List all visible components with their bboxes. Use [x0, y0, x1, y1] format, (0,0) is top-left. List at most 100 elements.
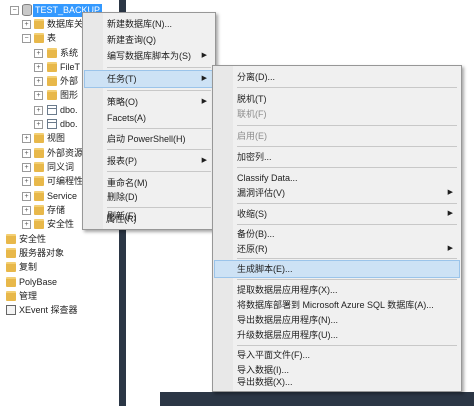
menu-item-new-database[interactable]: 新建数据库(N)...	[85, 16, 213, 32]
menu-item-label: 报表(P)	[107, 156, 137, 166]
menu-separator	[107, 128, 211, 129]
folder-icon	[34, 205, 44, 215]
tree-node-label: 安全性	[47, 219, 75, 229]
tree-node-label: 安全性	[19, 234, 47, 244]
folder-icon	[6, 291, 16, 301]
menu-item-restore[interactable]: 还原(R) ▶	[215, 241, 459, 257]
tree-node-label: FileT	[60, 62, 80, 72]
menu-item-enable: 启用(E)	[237, 131, 267, 141]
expand-icon[interactable]: +	[22, 206, 31, 215]
tree-node-label: PolyBase	[19, 277, 58, 287]
menu-item-properties[interactable]: 属性(R)	[84, 212, 212, 226]
expand-icon[interactable]: +	[34, 77, 43, 86]
expand-icon[interactable]: +	[34, 63, 43, 72]
menu-separator	[237, 345, 457, 346]
tree-node-label: 数据库关	[47, 19, 84, 29]
folder-icon	[34, 176, 44, 186]
tree-node-label: 服务器对象	[19, 248, 65, 258]
menu-separator	[237, 167, 457, 168]
folder-icon	[47, 62, 57, 72]
tree-node-label: 外部	[60, 76, 79, 86]
folder-icon	[34, 162, 44, 172]
database-context-menu: 新建数据库(N)... 新建查询(Q) 编写数据库脚本为(S) ▶ 任务(T) ▶ …	[82, 12, 216, 230]
menu-item-import-flat-file[interactable]: 导入平面文件(F)...	[215, 347, 459, 363]
tree-node-label: 存储	[47, 205, 66, 215]
tree-node-label: 管理	[19, 291, 38, 301]
tree-node-label: Service	[47, 191, 78, 201]
expand-icon[interactable]: +	[22, 134, 31, 143]
menu-item-label: 策略(O)	[107, 97, 138, 107]
expand-icon[interactable]: +	[22, 220, 31, 229]
expand-icon[interactable]: +	[34, 106, 43, 115]
menu-item-deploy-to-azure-sql[interactable]: 将数据库部署到 Microsoft Azure SQL 数据库(A)...	[215, 297, 459, 313]
expand-icon[interactable]: +	[34, 120, 43, 129]
folder-icon	[34, 133, 44, 143]
folder-icon	[34, 33, 44, 43]
tree-node-label: 可编程性	[47, 176, 84, 186]
menu-item-generate-scripts[interactable]: 生成脚本(E)...	[214, 260, 460, 278]
menu-item-bring-online: 联机(F)	[237, 109, 267, 119]
tree-node-label: dbo.	[60, 105, 78, 115]
tree-node-label: 系统	[60, 48, 79, 58]
menu-item-script-database-as[interactable]: 编写数据库脚本为(S) ▶	[85, 48, 213, 64]
xevent-icon	[6, 305, 16, 315]
table-icon	[47, 119, 57, 129]
menu-separator	[237, 87, 457, 88]
folder-icon	[47, 76, 57, 86]
collapse-icon[interactable]: −	[10, 6, 19, 15]
menu-item-policies[interactable]: 策略(O) ▶	[85, 94, 213, 110]
menu-separator	[107, 67, 211, 68]
submenu-arrow-icon: ▶	[447, 189, 453, 196]
menu-item-export-data-tier-app[interactable]: 导出数据层应用程序(N)...	[215, 312, 459, 328]
menu-item-take-offline[interactable]: 脱机(T)	[215, 91, 459, 107]
menu-item-upgrade-data-tier-app[interactable]: 升级数据层应用程序(U)...	[215, 327, 459, 343]
menu-item-label: 还原(R)	[237, 244, 268, 254]
menu-separator	[107, 171, 211, 172]
folder-icon	[34, 191, 44, 201]
tree-node-label: 图形	[60, 90, 79, 100]
menu-item-facets[interactable]: Facets(A)	[85, 110, 213, 126]
folder-icon	[34, 219, 44, 229]
folder-icon	[6, 234, 16, 244]
submenu-arrow-icon: ▶	[447, 210, 453, 217]
bottom-panel-edge	[160, 392, 474, 406]
folder-icon	[6, 277, 16, 287]
expand-icon[interactable]: +	[34, 91, 43, 100]
menu-item-tasks[interactable]: 任务(T) ▶	[84, 70, 214, 88]
submenu-arrow-icon: ▶	[447, 245, 453, 252]
menu-item-vulnerability-assessment[interactable]: 漏洞评估(V) ▶	[215, 185, 459, 201]
folder-icon	[6, 262, 16, 272]
menu-separator	[237, 146, 457, 147]
menu-item-classify-data[interactable]: Classify Data...	[215, 170, 459, 186]
expand-icon[interactable]: +	[22, 177, 31, 186]
menu-item-backup[interactable]: 备份(B)...	[215, 226, 459, 242]
menu-item-detach[interactable]: 分离(D)...	[215, 69, 459, 85]
menu-item-delete[interactable]: 删除(D)	[85, 189, 213, 205]
database-icon	[22, 4, 32, 16]
menu-item-label: 编写数据库脚本为(S)	[107, 51, 191, 61]
menu-item-start-powershell[interactable]: 启动 PowerShell(H)	[85, 131, 213, 147]
folder-icon	[47, 90, 57, 100]
expand-icon[interactable]: +	[22, 192, 31, 201]
menu-separator	[107, 90, 211, 91]
tasks-submenu: 分离(D)... 脱机(T) 联机(F) 启用(E) 加密列... Classi…	[212, 65, 462, 392]
menu-item-encrypt-columns[interactable]: 加密列...	[215, 149, 459, 165]
expand-icon[interactable]: +	[22, 149, 31, 158]
submenu-arrow-icon: ▶	[201, 98, 207, 105]
menu-item-extract-data-tier-app[interactable]: 提取数据层应用程序(X)...	[215, 282, 459, 298]
expand-icon[interactable]: +	[22, 20, 31, 29]
menu-item-label: 任务(T)	[107, 74, 137, 84]
expand-icon[interactable]: +	[34, 49, 43, 58]
tree-node-label: 同义词	[47, 162, 75, 172]
menu-item-new-query[interactable]: 新建查询(Q)	[85, 32, 213, 48]
submenu-arrow-icon: ▶	[201, 52, 207, 59]
collapse-icon[interactable]: −	[22, 34, 31, 43]
expand-icon[interactable]: +	[22, 163, 31, 172]
menu-separator	[237, 125, 457, 126]
menu-item-reports[interactable]: 报表(P) ▶	[85, 153, 213, 169]
folder-icon	[6, 248, 16, 258]
menu-item-shrink[interactable]: 收缩(S) ▶	[215, 206, 459, 222]
menu-separator	[237, 258, 457, 259]
menu-item-export-data[interactable]: 导出数据(X)...	[215, 376, 459, 389]
folder-icon	[47, 48, 57, 58]
